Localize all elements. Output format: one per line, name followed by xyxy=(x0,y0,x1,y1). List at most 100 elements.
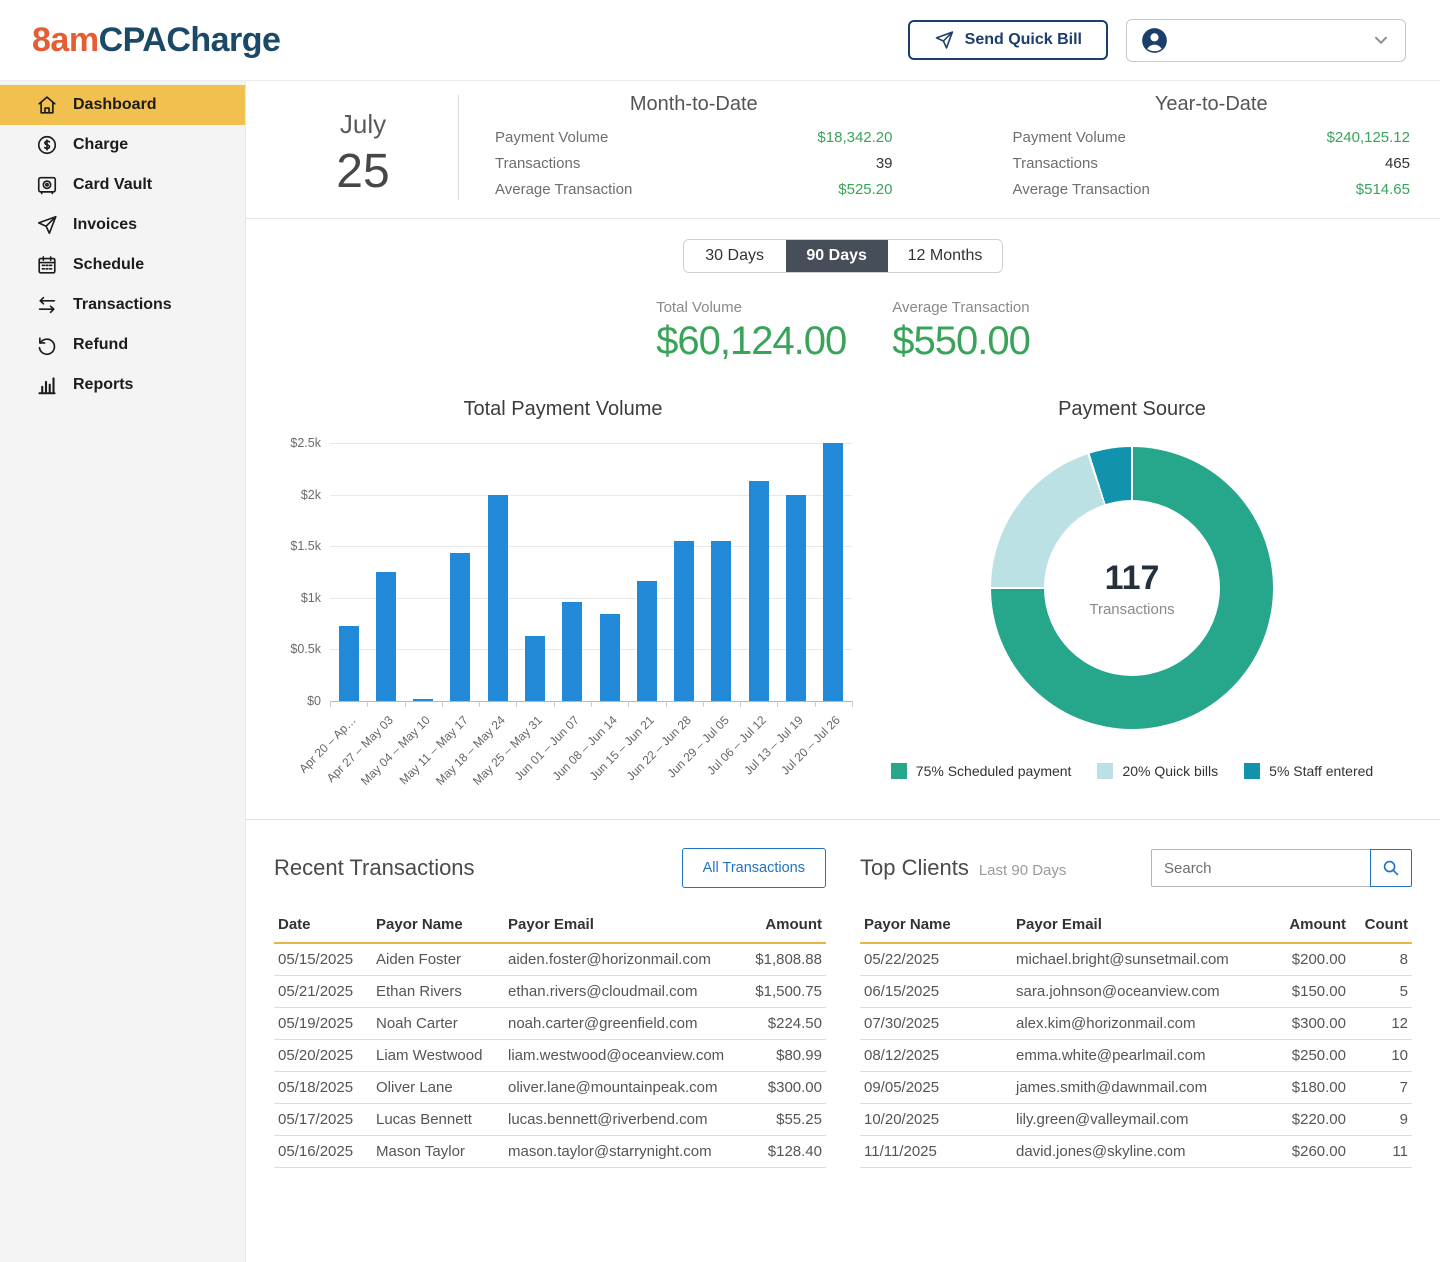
table-cell: 06/15/2025 xyxy=(860,976,1012,1008)
sidebar-item-dashboard[interactable]: Dashboard xyxy=(0,85,245,125)
column-header: Payor Email xyxy=(504,908,731,943)
x-tick-label: Jun 22 – Jun 28 xyxy=(624,713,694,783)
table-cell: emma.white@pearlmail.com xyxy=(1012,1040,1254,1072)
table-row: 05/18/2025Oliver Laneoliver.lane@mountai… xyxy=(274,1072,826,1104)
table-row: 05/21/2025Ethan Riversethan.rivers@cloud… xyxy=(274,976,826,1008)
donut-ring: 117 Transactions xyxy=(991,447,1273,729)
column-header: Count xyxy=(1350,908,1412,943)
stat-row: Average Transaction$525.20 xyxy=(495,176,893,202)
tab-90-days[interactable]: 90 Days xyxy=(786,240,888,272)
table-cell: lily.green@valleymail.com xyxy=(1012,1104,1254,1136)
table-row: 05/16/2025Mason Taylormason.taylor@starr… xyxy=(274,1136,826,1168)
tab-12-months[interactable]: 12 Months xyxy=(888,240,1003,272)
topbar-actions: Send Quick Bill xyxy=(908,19,1406,62)
search-icon xyxy=(1381,858,1401,878)
table-cell: $224.50 xyxy=(731,1008,826,1040)
stat-value: 39 xyxy=(876,155,893,172)
legend-swatch xyxy=(1244,763,1260,779)
bar xyxy=(562,602,582,701)
bar xyxy=(749,481,769,701)
table-row: 05/15/2025Aiden Fosteraiden.foster@horiz… xyxy=(274,943,826,976)
table-row: 11/11/2025david.jones@skyline.com$260.00… xyxy=(860,1136,1412,1168)
stat-label: Transactions xyxy=(1013,155,1098,172)
stat-label: Average Transaction xyxy=(1013,181,1150,198)
bar-chart-icon xyxy=(36,374,58,396)
send-quick-bill-button[interactable]: Send Quick Bill xyxy=(908,20,1108,60)
calendar-icon xyxy=(36,254,58,276)
x-axis-tick xyxy=(852,701,853,707)
table-cell: 10 xyxy=(1350,1040,1412,1072)
table-cell: $250.00 xyxy=(1254,1040,1350,1072)
chevron-down-icon xyxy=(1371,30,1391,50)
ytd-title: Year-to-Date xyxy=(1013,93,1411,116)
table-cell: 05/15/2025 xyxy=(274,943,372,976)
summary-total-volume: Total Volume $60,124.00 xyxy=(656,299,846,364)
stat-value: $514.65 xyxy=(1356,181,1410,198)
sidebar-item-transactions[interactable]: Transactions xyxy=(0,285,245,325)
undo-arrow-icon xyxy=(36,334,58,356)
bar xyxy=(786,495,806,701)
bar-slot xyxy=(367,443,404,701)
stat-row: Payment Volume$18,342.20 xyxy=(495,124,893,150)
top-clients-body: 05/22/2025michael.bright@sunsetmail.com$… xyxy=(860,943,1412,1168)
table-cell: $55.25 xyxy=(731,1104,826,1136)
donut-center-label: Transactions xyxy=(1089,601,1174,618)
table-cell: alex.kim@horizonmail.com xyxy=(1012,1008,1254,1040)
payment-source-chart: Payment Source 117 Transactions 75% Sche… xyxy=(852,398,1412,789)
table-cell: $1,500.75 xyxy=(731,976,826,1008)
bar-slot xyxy=(666,443,703,701)
sidebar-item-schedule[interactable]: Schedule xyxy=(0,245,245,285)
table-cell: $1,808.88 xyxy=(731,943,826,976)
sidebar-nav: DashboardChargeCard Vault Invoices Schedul… xyxy=(0,81,246,1262)
table-cell: ethan.rivers@cloudmail.com xyxy=(504,976,731,1008)
table-cell: 10/20/2025 xyxy=(860,1104,1012,1136)
sidebar-item-label: Transactions xyxy=(73,296,172,314)
top-bar: 8am CPACharge Send Quick Bill xyxy=(0,0,1440,81)
search-input[interactable] xyxy=(1151,849,1371,887)
table-cell: Liam Westwood xyxy=(372,1040,504,1072)
legend-swatch xyxy=(1097,763,1113,779)
search-button[interactable] xyxy=(1370,849,1412,887)
sidebar-item-card-vault[interactable]: Card Vault xyxy=(0,165,245,205)
table-row: 05/17/2025Lucas Bennettlucas.bennett@riv… xyxy=(274,1104,826,1136)
table-cell: 8 xyxy=(1350,943,1412,976)
app-logo: 8am CPACharge xyxy=(32,21,280,60)
sidebar-item-invoices[interactable]: Invoices xyxy=(0,205,245,245)
vault-icon xyxy=(36,174,58,196)
table-row: 06/15/2025sara.johnson@oceanview.com$150… xyxy=(860,976,1412,1008)
table-cell: $260.00 xyxy=(1254,1136,1350,1168)
legend-swatch xyxy=(891,763,907,779)
sidebar-item-label: Invoices xyxy=(73,216,137,234)
sidebar-item-refund[interactable]: Refund xyxy=(0,325,245,365)
bar-chart-title: Total Payment Volume xyxy=(274,398,852,421)
bar-slot xyxy=(516,443,553,701)
sidebar-item-reports[interactable]: Reports xyxy=(0,365,245,405)
sidebar-item-charge[interactable]: Charge xyxy=(0,125,245,165)
date-month: July xyxy=(268,109,458,140)
summary-label: Total Volume xyxy=(656,299,846,316)
y-tick-label: $2.5k xyxy=(290,436,321,450)
all-transactions-button[interactable]: All Transactions xyxy=(682,848,826,888)
top-clients-header: Payor NamePayor EmailAmountCount xyxy=(860,908,1412,943)
bar xyxy=(823,443,843,701)
ytd-rows: Payment Volume$240,125.12Transactions465… xyxy=(1013,124,1411,202)
y-tick-label: $2k xyxy=(301,488,321,502)
top-clients-section: Top Clients Last 90 Days Payor xyxy=(860,846,1412,1168)
bar-slot xyxy=(591,443,628,701)
table-cell: $300.00 xyxy=(1254,1008,1350,1040)
summary-average-transaction: Average Transaction$550.00 xyxy=(892,299,1030,364)
legend-label: 5% Staff entered xyxy=(1269,763,1373,779)
bar-slot xyxy=(815,443,852,701)
summary-value: $60,124.00 xyxy=(656,319,846,364)
table-cell: $150.00 xyxy=(1254,976,1350,1008)
tab-30-days[interactable]: 30 Days xyxy=(684,240,786,272)
transfer-arrows-icon xyxy=(36,294,58,316)
stat-row: Transactions465 xyxy=(1013,150,1411,176)
legend-label: 75% Scheduled payment xyxy=(916,763,1072,779)
stat-row: Average Transaction $514.65 xyxy=(1013,176,1411,202)
send-quick-bill-label: Send Quick Bill xyxy=(965,31,1082,49)
user-menu-dropdown[interactable] xyxy=(1126,19,1406,62)
bar xyxy=(600,614,620,701)
dollar-circle-icon xyxy=(36,134,58,156)
table-cell: liam.westwood@oceanview.com xyxy=(504,1040,731,1072)
